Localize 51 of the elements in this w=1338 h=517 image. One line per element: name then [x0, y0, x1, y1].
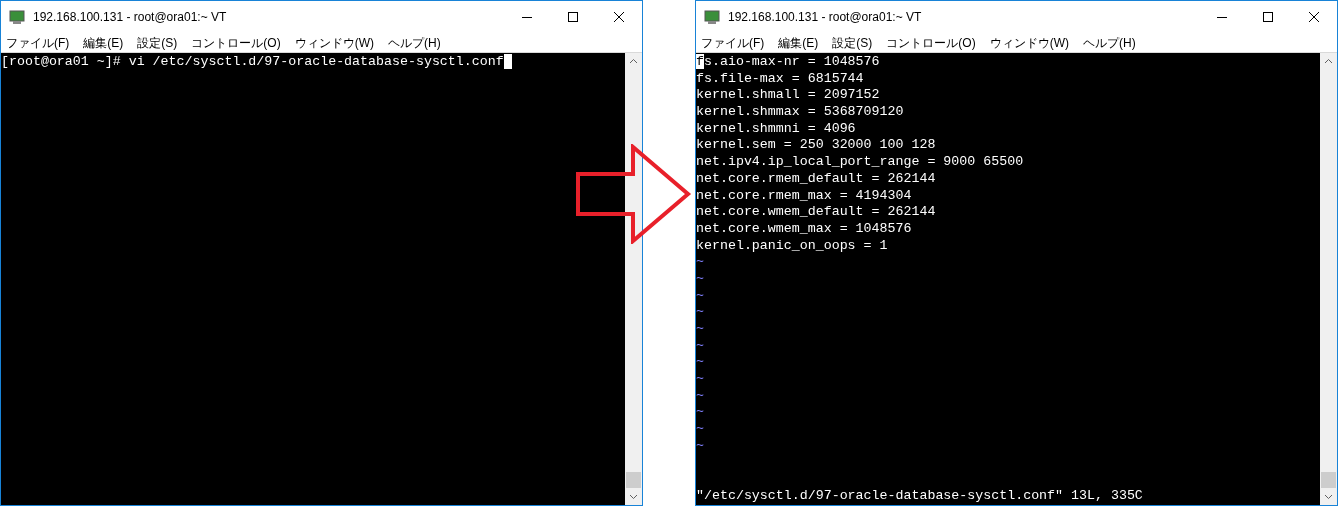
terminal-app-icon	[9, 10, 25, 24]
empty-line-marker: ~	[696, 404, 705, 422]
terminal-line: net.ipv4.ip_local_port_range = 9000 65500	[696, 154, 1025, 171]
terminal-line: net.core.wmem_default = 262144	[696, 204, 937, 221]
empty-line-marker: ~	[696, 354, 705, 372]
menu-item[interactable]: 編集(E)	[778, 33, 819, 52]
window-title: 192.168.100.131 - root@ora01:~ VT	[728, 9, 923, 26]
empty-line-marker: ~	[696, 337, 705, 355]
terminal-line: kernel.shmmax = 5368709120	[696, 104, 905, 121]
terminal-line: kernel.sem = 250 32000 100 128	[696, 137, 937, 155]
empty-line-marker: ~	[696, 270, 705, 288]
maximize-icon	[1263, 12, 1273, 22]
terminal-line: net.core.rmem_default = 262144	[696, 170, 937, 188]
maximize-icon	[568, 12, 578, 22]
scrollbar[interactable]	[625, 53, 642, 505]
terminal-line: fs.aio-max-nr = 1048576	[696, 54, 881, 71]
menu-item[interactable]: コントロール(O)	[191, 33, 281, 52]
scrollbar[interactable]	[1320, 53, 1337, 505]
menu-item[interactable]: ヘルプ(H)	[388, 33, 441, 52]
menu-item[interactable]: ヘルプ(H)	[1083, 33, 1136, 52]
menu-item[interactable]: コントロール(O)	[886, 33, 976, 52]
terminal-line: kernel.shmmni = 4096	[696, 120, 857, 138]
menu-item[interactable]: ファイル(F)	[701, 33, 765, 52]
terminal-line: kernel.shmall = 2097152	[696, 87, 881, 105]
menu-item[interactable]: 編集(E)	[83, 33, 124, 52]
terminal-line: net.core.wmem_max = 1048576	[696, 220, 913, 238]
empty-line-marker: ~	[696, 437, 705, 455]
empty-line-marker: ~	[696, 254, 705, 271]
status-line: "/etc/sysctl.d/97-oracle-database-sysctl.conf" 13L, 335C	[696, 488, 1144, 505]
menu-item[interactable]: 設定(S)	[832, 33, 873, 52]
empty-line-marker: ~	[696, 304, 705, 321]
terminal-line: fs.file-max = 6815744	[696, 70, 865, 88]
menu-item[interactable]: ファイル(F)	[6, 33, 70, 52]
menu-item[interactable]: ウィンドウ(W)	[294, 33, 374, 52]
empty-line-marker: ~	[696, 321, 705, 338]
window-title: 192.168.100.131 - root@ora01:~ VT	[33, 9, 228, 26]
terminal-app-icon	[704, 10, 720, 24]
empty-line-marker: ~	[696, 371, 705, 388]
menu-item[interactable]: ウィンドウ(W)	[989, 33, 1069, 52]
empty-line-marker: ~	[696, 421, 705, 438]
scroll-thumb[interactable]	[626, 472, 641, 488]
empty-line-marker: ~	[696, 387, 705, 405]
empty-line-marker: ~	[696, 287, 705, 305]
menu-item[interactable]: 設定(S)	[137, 33, 178, 52]
close-icon	[1309, 12, 1319, 22]
close-icon	[614, 12, 624, 22]
terminal-line: kernel.panic_on_oops = 1	[696, 237, 889, 255]
scroll-thumb[interactable]	[1321, 472, 1336, 488]
terminal-line: net.core.rmem_max = 4194304	[696, 187, 913, 205]
terminal-line: [root@ora01 ~]# vi /etc/sysctl.d/97-oracle-database-sysctl.conf	[1, 54, 625, 71]
arrow-right-icon	[575, 144, 693, 244]
